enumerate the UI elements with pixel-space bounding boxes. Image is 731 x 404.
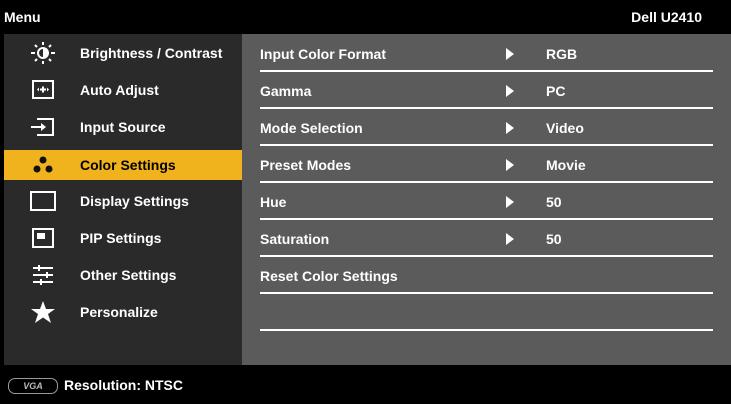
- status-bar: VGA Resolution: NTSC: [0, 365, 731, 404]
- sidebar-item-label: Brightness / Contrast: [80, 45, 223, 61]
- arrow-right-icon: [506, 233, 514, 245]
- sidebar-item-label: Input Source: [80, 119, 166, 135]
- sidebar-item-label: Display Settings: [80, 193, 189, 209]
- setting-reset-color-settings[interactable]: Reset Color Settings: [260, 258, 713, 294]
- arrow-right-icon: [506, 196, 514, 208]
- sidebar: Brightness / Contrast Auto Adjust Input …: [4, 34, 242, 365]
- input-source-icon: [29, 115, 57, 139]
- sidebar-item-personalize[interactable]: Personalize: [4, 297, 242, 327]
- vga-connector-icon: VGA: [8, 378, 58, 394]
- sidebar-item-label: Color Settings: [80, 157, 176, 173]
- auto-adjust-icon: [29, 78, 57, 102]
- setting-value: 50: [546, 194, 562, 210]
- sidebar-item-auto-adjust[interactable]: Auto Adjust: [4, 75, 242, 105]
- brightness-icon: [29, 41, 57, 65]
- setting-name: Reset Color Settings: [260, 268, 398, 284]
- sidebar-item-label: PIP Settings: [80, 230, 162, 246]
- setting-name: Gamma: [260, 83, 312, 99]
- setting-preset-modes[interactable]: Preset Modes Movie: [260, 147, 713, 183]
- sidebar-item-pip-settings[interactable]: PIP Settings: [4, 223, 242, 253]
- setting-name: Preset Modes: [260, 157, 352, 173]
- row-divider: [260, 70, 713, 72]
- setting-name: Input Color Format: [260, 46, 386, 62]
- arrow-right-icon: [506, 122, 514, 134]
- osd-header: Menu Dell U2410: [0, 0, 731, 34]
- sidebar-item-display-settings[interactable]: Display Settings: [4, 186, 242, 216]
- other-settings-icon: [29, 263, 57, 287]
- arrow-right-icon: [506, 85, 514, 97]
- setting-name: Saturation: [260, 231, 330, 247]
- row-divider: [260, 218, 713, 220]
- sidebar-item-label: Personalize: [80, 304, 158, 320]
- setting-saturation[interactable]: Saturation 50: [260, 221, 713, 257]
- sidebar-item-other-settings[interactable]: Other Settings: [4, 260, 242, 290]
- setting-value: Movie: [546, 157, 586, 173]
- menu-title: Menu: [4, 9, 41, 25]
- setting-value: PC: [546, 83, 566, 99]
- row-divider: [260, 144, 713, 146]
- row-divider: [260, 255, 713, 257]
- setting-gamma[interactable]: Gamma PC: [260, 73, 713, 109]
- arrow-right-icon: [506, 48, 514, 60]
- setting-input-color-format[interactable]: Input Color Format RGB: [260, 36, 713, 72]
- setting-name: Mode Selection: [260, 120, 363, 136]
- star-icon: [29, 300, 57, 324]
- sidebar-item-label: Auto Adjust: [80, 82, 159, 98]
- pip-settings-icon: [29, 226, 57, 250]
- display-settings-icon: [29, 189, 57, 213]
- resolution-status: Resolution: NTSC: [64, 377, 183, 393]
- row-divider: [260, 107, 713, 109]
- row-divider: [260, 329, 713, 331]
- color-settings-panel: Input Color Format RGB Gamma PC Mode Sel…: [242, 34, 731, 365]
- sidebar-item-brightness-contrast[interactable]: Brightness / Contrast: [4, 38, 242, 68]
- row-divider: [260, 292, 713, 294]
- setting-value: RGB: [546, 46, 578, 62]
- monitor-model: Dell U2410: [631, 9, 702, 25]
- row-divider: [260, 181, 713, 183]
- sidebar-item-label: Other Settings: [80, 267, 177, 283]
- color-settings-icon: [29, 153, 57, 177]
- setting-hue[interactable]: Hue 50: [260, 184, 713, 220]
- setting-name: Hue: [260, 194, 287, 210]
- setting-mode-selection[interactable]: Mode Selection Video: [260, 110, 713, 146]
- setting-value: 50: [546, 231, 562, 247]
- setting-value: Video: [546, 120, 584, 136]
- arrow-right-icon: [506, 159, 514, 171]
- monitor-osd: Menu Dell U2410 Brightness / Contrast Au…: [0, 0, 731, 404]
- sidebar-item-input-source[interactable]: Input Source: [4, 112, 242, 142]
- sidebar-item-color-settings[interactable]: Color Settings: [4, 150, 242, 180]
- setting-empty-row: [260, 295, 713, 331]
